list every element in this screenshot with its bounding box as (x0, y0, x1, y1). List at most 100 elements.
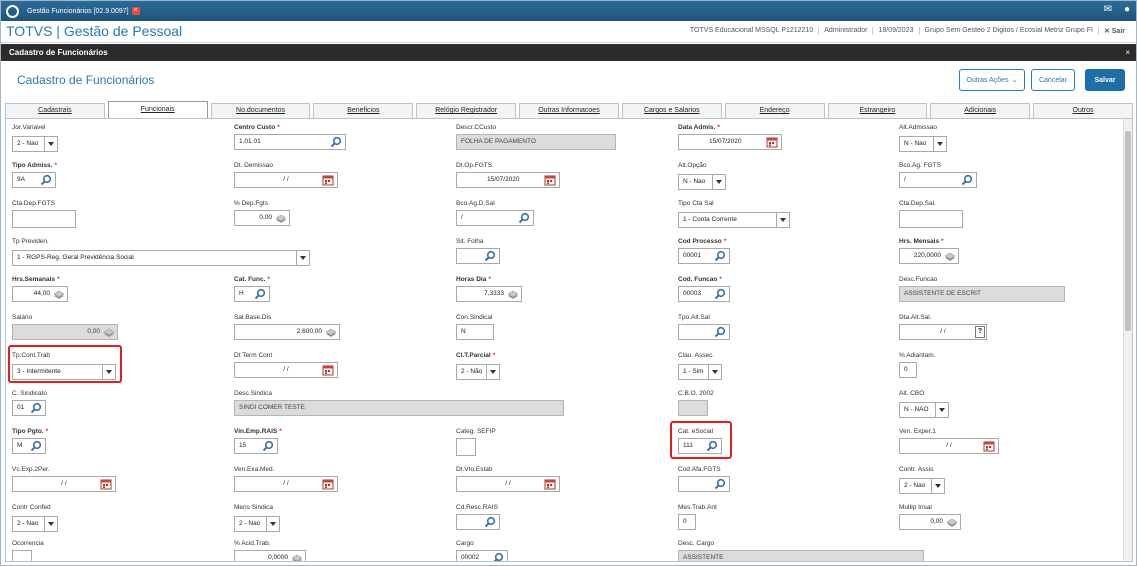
search-icon[interactable] (961, 174, 973, 186)
tpo-alt-sal-input[interactable] (678, 324, 730, 340)
calendar-icon[interactable] (322, 174, 334, 186)
calculator-icon[interactable] (53, 288, 65, 300)
tab-funcionais[interactable]: Funcionais (107, 101, 208, 118)
sal-base-dis-input[interactable]: 2.600,00 (234, 324, 340, 340)
cod-funcao-input[interactable]: 00003 (678, 286, 730, 302)
tipo-pgto-input[interactable]: M (12, 438, 46, 454)
help-icon[interactable]: ? (975, 326, 985, 338)
tab-adicionais[interactable]: Adicionais (930, 103, 1031, 118)
search-icon[interactable] (262, 440, 274, 452)
data-admis-input[interactable]: 15/07/2020 (678, 134, 782, 150)
search-icon[interactable] (714, 288, 726, 300)
calendar-icon[interactable] (983, 440, 995, 452)
calendar-icon[interactable] (544, 174, 556, 186)
clau-assec-select[interactable]: 1 - Sim (678, 364, 722, 380)
sit-folha-input[interactable] (456, 248, 500, 264)
search-icon[interactable] (30, 402, 42, 414)
calculator-icon[interactable] (325, 326, 337, 338)
dt-op-fgts-input[interactable]: 15/07/2020 (456, 172, 560, 188)
clt-parcial-select[interactable]: 2 - Não (456, 364, 500, 380)
calculator-icon[interactable] (291, 552, 303, 562)
cod-afa-fgts-input[interactable] (678, 476, 730, 492)
calendar-icon[interactable] (100, 478, 112, 490)
search-icon[interactable] (484, 516, 496, 528)
dt-vto-estab-input[interactable]: / / (456, 476, 560, 492)
centro-custo-input[interactable]: 1.01.01 (234, 134, 346, 150)
search-icon[interactable] (484, 250, 496, 262)
calculator-icon[interactable] (944, 250, 956, 262)
tab-outras-informacoes[interactable]: Outras Informacoes (519, 103, 619, 118)
cd-resc-rais-input[interactable] (456, 514, 500, 530)
calendar-icon[interactable] (766, 136, 778, 148)
jor-variavel-select[interactable]: 2 - Nao (12, 136, 58, 152)
exit-button[interactable]: ✕ Sair (1097, 27, 1130, 35)
tab-no-documentos[interactable]: No.documentos (210, 103, 311, 118)
modal-close-button[interactable]: × (1125, 44, 1130, 61)
dta-alt-sal-input[interactable]: / /? (899, 324, 987, 340)
tab-cargos-e-salarios[interactable]: Cargos e Salarios (621, 103, 722, 118)
dt-demissao-input[interactable]: / / (234, 172, 338, 188)
bco-ag-d-sal-input[interactable]: / (456, 210, 534, 226)
c-sindicato-input[interactable]: 01 (12, 400, 46, 416)
ven-exper-1-input[interactable]: / / (899, 438, 999, 454)
close-module-icon[interactable]: × (131, 7, 140, 15)
tab-beneficios[interactable]: Beneficios (313, 103, 414, 118)
search-icon[interactable] (714, 478, 726, 490)
calendar-icon[interactable] (544, 478, 556, 490)
scrollbar-thumb[interactable] (1125, 131, 1131, 331)
cod-processo-input[interactable]: 00001 (678, 248, 730, 264)
categ-sefip-input[interactable] (456, 438, 476, 456)
calendar-icon[interactable] (322, 364, 334, 376)
vertical-scrollbar[interactable] (1123, 119, 1132, 561)
calendar-icon[interactable] (322, 478, 334, 490)
tipo-cta-sal-select[interactable]: 1 - Conta Corrente (678, 212, 790, 228)
help-icon[interactable]: ● (1124, 4, 1130, 15)
vc-exp-2per-input[interactable]: / / (12, 476, 116, 492)
search-icon[interactable] (492, 552, 504, 562)
pct-dep-fgts-input[interactable]: 0,00 (234, 210, 290, 226)
con-sindical-input[interactable]: N (456, 324, 494, 340)
calculator-icon[interactable] (275, 212, 287, 224)
cta-dep-fgts-input[interactable] (12, 210, 76, 228)
pct-adiant-input[interactable]: 0 (899, 362, 917, 378)
contr-assis-select[interactable]: 2 - Nao (899, 478, 945, 494)
more-actions-button[interactable]: Outras Ações ⌄ (959, 69, 1025, 91)
pct-acid-trab-input[interactable]: 0,0000 (234, 550, 306, 562)
mail-icon[interactable]: ✉ (1104, 4, 1112, 15)
tab-outros[interactable]: Outros (1033, 103, 1133, 118)
multip-insal-input[interactable]: 0,00 (899, 514, 961, 530)
search-icon[interactable] (714, 326, 726, 338)
calculator-icon[interactable] (946, 516, 958, 528)
tipo-admiss-input[interactable]: 9A (12, 172, 56, 188)
mens-sindica-select[interactable]: 2 - Nao (234, 516, 280, 532)
tab-cadastrais[interactable]: Cadastrais (5, 103, 105, 118)
tp-previden-select[interactable]: 1 - RGPS-Reg. Geral Previdência Social (12, 250, 310, 266)
ocorrencia-input[interactable] (12, 550, 32, 561)
vin-emp-rais-input[interactable]: 15 (234, 438, 278, 454)
dt-term-cont-input[interactable]: / / (234, 362, 338, 378)
search-icon[interactable] (254, 288, 266, 300)
search-icon[interactable] (330, 136, 342, 148)
search-icon[interactable] (30, 440, 42, 452)
tab-estrangeiro[interactable]: Estrangeiro (827, 103, 928, 118)
cargo-input[interactable]: 00002 (456, 550, 508, 562)
contr-confed-select[interactable]: 2 - Nao (12, 516, 58, 532)
cancel-button[interactable]: Cancelar (1031, 69, 1075, 91)
cat-func-input[interactable]: H (234, 286, 270, 302)
mes-trab-ant-input[interactable]: 0 (678, 514, 696, 530)
search-icon[interactable] (40, 174, 52, 186)
alt-cbo-select[interactable]: N - NAO (899, 402, 949, 418)
cta-dep-sal-input[interactable] (899, 210, 963, 228)
alt-admissao-select[interactable]: N - Nao (899, 136, 947, 152)
save-button[interactable]: Salvar (1085, 69, 1125, 91)
calculator-icon[interactable] (507, 288, 519, 300)
search-icon[interactable] (518, 212, 530, 224)
tab-relogio-registrador[interactable]: Relógio Registrador (416, 103, 517, 118)
search-icon[interactable] (714, 250, 726, 262)
hrs-mensais-input[interactable]: 220,0000 (899, 248, 959, 264)
hrs-semanais-input[interactable]: 44,00 (12, 286, 68, 302)
bco-ag-fgts-input[interactable]: / (899, 172, 977, 188)
tab-endereco[interactable]: Endereço (724, 103, 825, 118)
ven-exa-med-input[interactable]: / / (234, 476, 338, 492)
horas-dia-input[interactable]: 7,3333 (456, 286, 522, 302)
